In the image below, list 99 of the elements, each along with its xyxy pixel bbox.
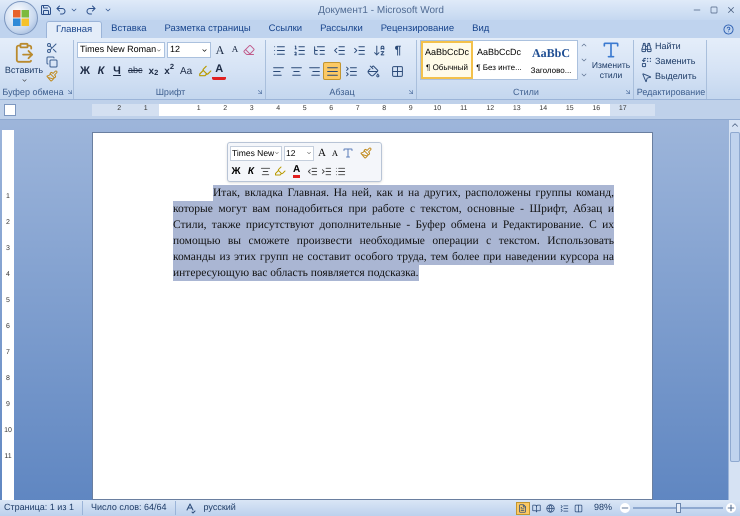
font-color-button[interactable]: A bbox=[293, 164, 300, 178]
zoom-level[interactable]: 98% bbox=[594, 501, 612, 515]
increase-indent-glyph-icon bbox=[352, 44, 366, 56]
dialog-launcher-icon[interactable] bbox=[66, 88, 74, 96]
letter-t-icon bbox=[601, 40, 621, 60]
change-case-button[interactable]: Aa bbox=[176, 62, 196, 80]
group-label: Буфер обмена bbox=[2, 88, 64, 96]
proofing-icon[interactable] bbox=[184, 502, 196, 514]
bold-button[interactable]: Ж bbox=[230, 164, 242, 178]
align-right-glyph-icon bbox=[308, 64, 320, 78]
font-name-field[interactable]: Times New Roman bbox=[77, 42, 165, 58]
shrink-font-button[interactable]: A bbox=[330, 146, 340, 160]
align-center-glyph-icon bbox=[290, 64, 302, 78]
align-left-glyph-icon bbox=[272, 64, 284, 78]
sort-glyph-icon bbox=[372, 44, 386, 56]
subscript-button[interactable]: x$_{2}$ bbox=[146, 62, 162, 80]
binoculars-icon bbox=[641, 42, 652, 52]
group-label: Редактирование bbox=[636, 88, 706, 96]
replace-icon bbox=[641, 56, 652, 68]
cut-icon[interactable] bbox=[46, 42, 58, 54]
ribbon-tab[interactable]: Разметка страницы bbox=[155, 21, 260, 38]
font-size-field[interactable]: 12 bbox=[167, 42, 211, 58]
italic-button[interactable]: К bbox=[93, 62, 109, 80]
zoom-in-icon[interactable] bbox=[726, 503, 736, 513]
clipboard-icon bbox=[13, 42, 35, 64]
group-label: Стили bbox=[513, 88, 539, 96]
scrollbar-thumb[interactable] bbox=[730, 132, 740, 462]
outline-view-icon bbox=[560, 504, 570, 512]
font-size-field[interactable]: 12 bbox=[284, 146, 314, 161]
help-icon[interactable] bbox=[723, 24, 734, 35]
ribbon-tab[interactable]: Рассылки bbox=[311, 21, 372, 38]
font-name-field[interactable]: Times New bbox=[230, 146, 282, 161]
ribbon-tab[interactable]: Вид bbox=[463, 21, 498, 38]
undo-icon[interactable] bbox=[55, 4, 67, 16]
copy-icon[interactable] bbox=[46, 56, 58, 68]
tab-selector[interactable] bbox=[4, 104, 16, 116]
ribbon-tab[interactable]: Ссылки bbox=[260, 21, 312, 38]
shading-glyph-icon bbox=[366, 64, 380, 78]
clear-formatting-icon[interactable] bbox=[243, 44, 255, 56]
restore-icon[interactable] bbox=[710, 6, 718, 14]
change-styles-button[interactable]: Изменить стили bbox=[590, 40, 632, 80]
close-icon[interactable] bbox=[726, 5, 736, 15]
style-preset[interactable]: AaBbCcDc ¶ Без инте... bbox=[473, 41, 525, 79]
italic-button[interactable]: К bbox=[245, 164, 257, 178]
draft-view-icon bbox=[574, 504, 584, 512]
vertical-scrollbar[interactable] bbox=[728, 120, 740, 500]
shrink-font-button[interactable]: A bbox=[229, 43, 241, 57]
grow-font-button[interactable]: A bbox=[213, 41, 227, 59]
grow-font-button[interactable]: A bbox=[316, 145, 328, 162]
dialog-launcher-icon[interactable] bbox=[256, 88, 264, 96]
ruler-indent-area bbox=[159, 104, 186, 116]
group-label: Абзац bbox=[329, 88, 355, 96]
reading-view-icon bbox=[532, 504, 542, 512]
ribbon-tab[interactable]: Вставка bbox=[102, 21, 156, 38]
document-paragraph: Итак, вкладка Главная. На ней, как и на других, расположены группы команд, которые могут вам понадобиться при работе с текстом, основные - Шрифт, Абзац и Стили, также присутствуют дополнительные - Буфер обмена и Редактирование. С их помощью вы сможете произвести необходимые операции с текстом. Использовать команды из этих групп не составит особого труда, тем более при наведении курсора на интересующую вас область появляется подсказка. bbox=[173, 185, 614, 281]
web-view-icon bbox=[546, 504, 556, 512]
customize-caret-icon[interactable] bbox=[104, 6, 112, 14]
ribbon-tab[interactable]: Рецензирование bbox=[372, 21, 464, 38]
strikethrough-button[interactable]: abc bbox=[125, 62, 146, 80]
line-spacing-glyph-icon bbox=[344, 64, 358, 78]
redo-icon[interactable] bbox=[85, 4, 97, 16]
style-preset[interactable]: AaBbC Заголово... bbox=[525, 41, 577, 79]
view-button[interactable] bbox=[516, 502, 530, 514]
underline-button[interactable]: Ч bbox=[109, 62, 125, 80]
page-count: Страница: 1 из 1 bbox=[4, 501, 83, 515]
language-label[interactable]: русский bbox=[204, 501, 236, 515]
decrease-indent-icon[interactable] bbox=[307, 166, 318, 176]
superscript-button[interactable]: x$^{2}$ bbox=[161, 62, 177, 80]
zoom-slider-thumb[interactable] bbox=[676, 503, 681, 513]
style-preset[interactable]: AaBbCcDc ¶ Обычный bbox=[421, 41, 473, 79]
office-logo-icon bbox=[12, 9, 30, 27]
paste-button[interactable]: Вставить bbox=[2, 40, 46, 84]
save-icon[interactable] bbox=[40, 4, 52, 16]
show-marks-button[interactable]: ¶ bbox=[389, 41, 407, 59]
bold-button[interactable]: Ж bbox=[77, 62, 93, 80]
align-justify-button[interactable] bbox=[323, 62, 341, 80]
bullets-icon[interactable] bbox=[335, 166, 346, 176]
print-view-icon bbox=[518, 504, 528, 512]
decrease-indent-glyph-icon bbox=[332, 44, 346, 56]
styles-icon[interactable] bbox=[342, 147, 354, 160]
ribbon-tab[interactable]: Главная bbox=[46, 21, 102, 38]
numbering-glyph-icon bbox=[292, 44, 306, 56]
increase-indent-icon[interactable] bbox=[321, 166, 332, 176]
borders-glyph-icon bbox=[390, 64, 404, 78]
replace-button[interactable]: Заменить bbox=[637, 55, 706, 69]
format-painter-icon[interactable] bbox=[360, 147, 372, 160]
window-title: Документ1 - Microsoft Word bbox=[318, 4, 444, 18]
find-button[interactable]: Найти bbox=[637, 40, 706, 54]
dialog-launcher-icon[interactable] bbox=[407, 88, 415, 96]
word-count: Число слов: 64/64 bbox=[82, 501, 176, 515]
group-label: Шрифт bbox=[156, 88, 186, 96]
dialog-launcher-icon[interactable] bbox=[624, 88, 632, 96]
pointer-icon bbox=[641, 72, 652, 82]
center-icon[interactable] bbox=[260, 166, 271, 176]
zoom-out-icon[interactable] bbox=[620, 503, 630, 513]
select-button[interactable]: Выделить bbox=[637, 70, 706, 84]
font-color-button[interactable]: A bbox=[212, 62, 226, 80]
multilevel-list-glyph-icon bbox=[312, 44, 326, 56]
align-justify-glyph-icon bbox=[326, 64, 338, 78]
